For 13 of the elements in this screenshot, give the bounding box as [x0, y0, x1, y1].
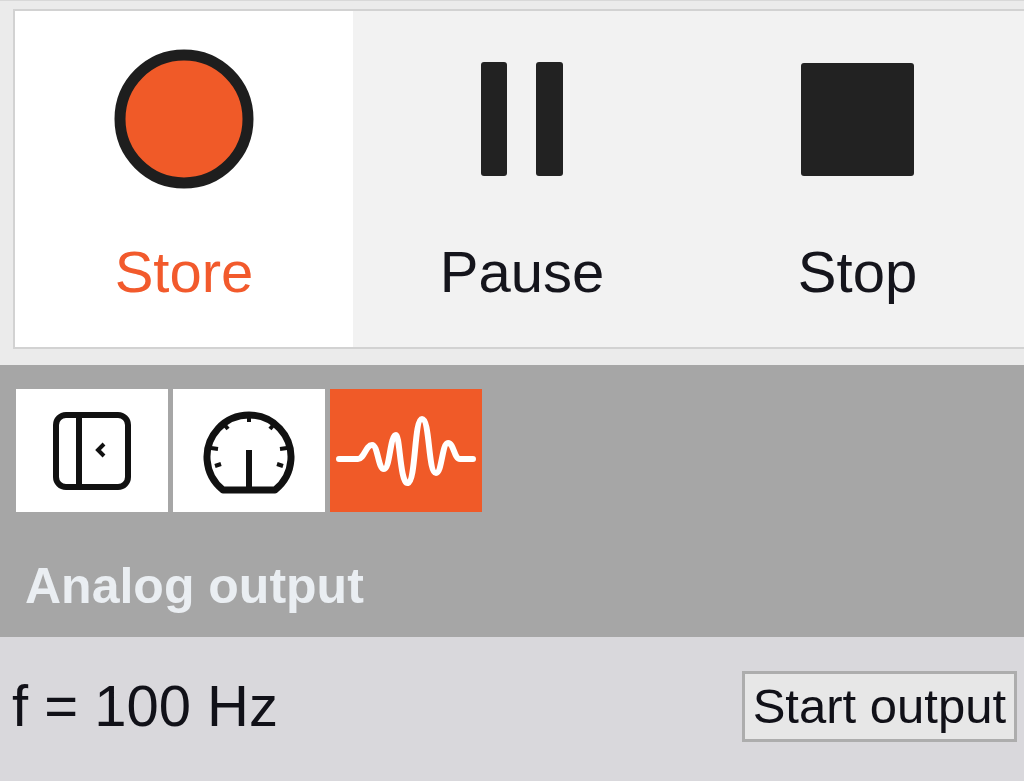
sidebar-icon — [53, 411, 131, 490]
sidebar-tab[interactable] — [16, 389, 168, 512]
pause-icon — [481, 62, 563, 176]
waveform-icon — [336, 414, 476, 487]
waveform-tab[interactable] — [330, 389, 482, 512]
stop-icon — [801, 62, 914, 176]
pause-button[interactable]: Pause — [353, 11, 691, 347]
start-output-button[interactable]: Start output — [741, 670, 1017, 742]
panel-title: Analog output — [25, 557, 364, 616]
frequency-label: f = 100 Hz — [12, 672, 278, 740]
record-icon — [114, 49, 254, 189]
gauge-tab[interactable] — [173, 389, 325, 512]
stop-button[interactable]: Stop — [691, 11, 1024, 347]
